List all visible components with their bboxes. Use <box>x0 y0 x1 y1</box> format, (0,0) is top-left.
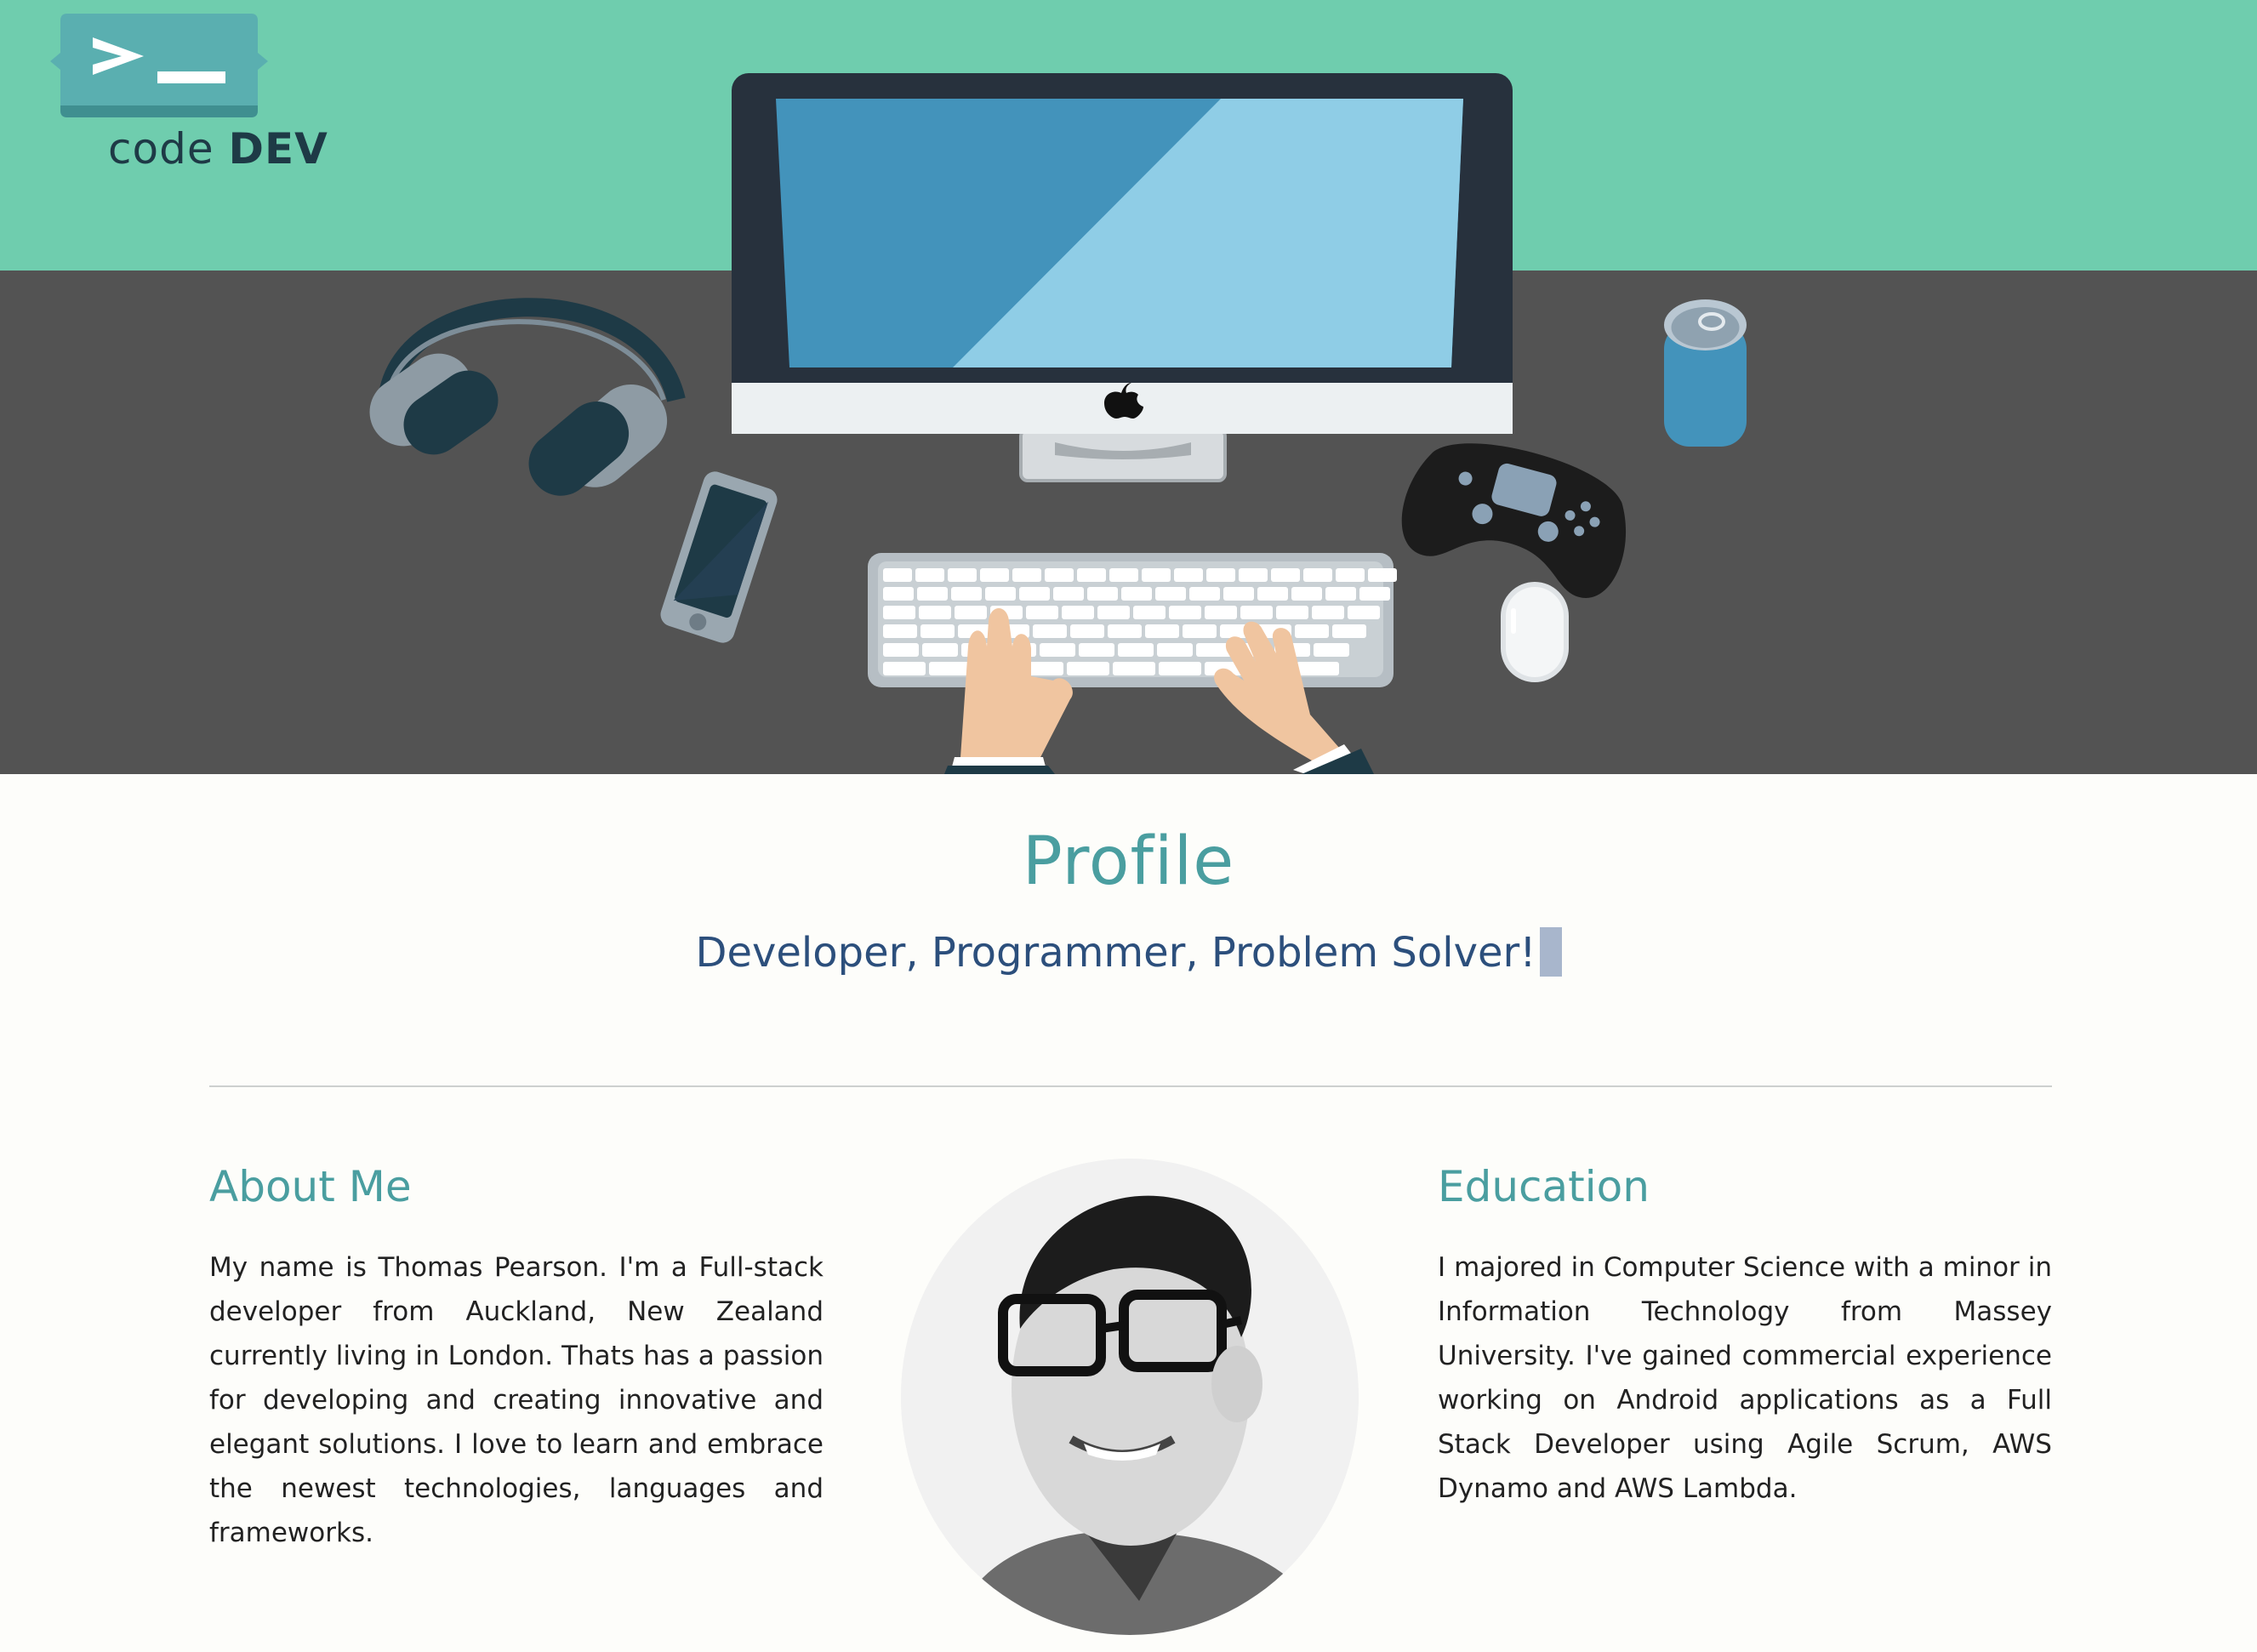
keyboard-key <box>917 587 948 601</box>
keyboard-key <box>915 568 944 582</box>
keyboard-key <box>919 606 951 619</box>
keyboard-key <box>1079 643 1114 657</box>
site-logo[interactable]: code DEV <box>48 12 328 174</box>
education-title: Education <box>1438 1162 1650 1211</box>
keyboard-icon <box>868 553 1397 687</box>
education-text: I majored in Computer Science with a min… <box>1438 1252 2052 1504</box>
keyboard-key <box>1295 624 1329 638</box>
keyboard-key <box>1108 624 1142 638</box>
keyboard-key <box>1303 568 1332 582</box>
keyboard-key <box>1368 568 1397 582</box>
keyboard-key <box>1157 643 1193 657</box>
hero-banner: code DEV <box>0 0 2257 774</box>
keyboard-key <box>980 568 1009 582</box>
keyboard-key <box>1336 568 1365 582</box>
keyboard-key <box>1312 606 1344 619</box>
keyboard-key <box>1062 606 1094 619</box>
section-divider <box>209 1085 2052 1087</box>
keyboard-key <box>1033 624 1067 638</box>
keyboard-key <box>951 587 982 601</box>
profile-photo <box>901 1159 1359 1635</box>
keyboard-key <box>1070 624 1104 638</box>
keyboard-key <box>1206 568 1235 582</box>
keyboard-key <box>955 606 987 619</box>
keyboard-key <box>1314 643 1349 657</box>
about-text: My name is Thomas Pearson. I'm a Full-st… <box>209 1252 824 1548</box>
keyboard-key <box>1223 587 1254 601</box>
keyboard-key <box>1053 587 1084 601</box>
keyboard-key <box>1297 662 1339 675</box>
keyboard-key <box>1359 587 1390 601</box>
keyboard-key <box>1026 606 1058 619</box>
keyboard-key <box>1271 568 1300 582</box>
keyboard-key <box>1019 587 1050 601</box>
page-title: Profile <box>1022 823 1235 900</box>
keyboard-key <box>1169 606 1201 619</box>
developer-desk-illustration <box>0 0 2257 774</box>
keyboard-key <box>1121 587 1152 601</box>
keyboard-key <box>1240 606 1273 619</box>
keyboard-key <box>1276 606 1308 619</box>
keyboard-key <box>1087 587 1118 601</box>
keyboard-key <box>1348 606 1380 619</box>
keyboard-key <box>920 624 955 638</box>
logo-text-prefix: code <box>108 124 214 174</box>
logo-wordmark: code DEV <box>108 124 328 174</box>
keyboard-key <box>883 624 917 638</box>
keyboard-key <box>1012 568 1041 582</box>
subtitle-text: Developer, Programmer, Problem Solver! <box>695 929 1536 977</box>
keyboard-key <box>929 662 972 675</box>
keyboard-key <box>1189 587 1220 601</box>
keyboard-key <box>985 587 1016 601</box>
keyboard-key <box>1257 587 1288 601</box>
mouse-icon <box>1501 582 1569 682</box>
keyboard-key <box>1155 587 1186 601</box>
keyboard-key <box>883 568 912 582</box>
keyboard-key <box>1325 587 1356 601</box>
profile-subtitle: Developer, Programmer, Problem Solver! <box>0 927 2257 980</box>
keyboard-key <box>948 568 977 582</box>
soda-can-icon <box>1664 299 1747 447</box>
keyboard-key <box>922 643 958 657</box>
keyboard-key <box>1205 606 1237 619</box>
keyboard-key <box>1145 624 1179 638</box>
keyboard-key <box>1109 568 1138 582</box>
keyboard-key <box>1067 662 1109 675</box>
keyboard-key <box>1077 568 1106 582</box>
keyboard-key <box>883 606 915 619</box>
keyboard-key <box>1183 624 1217 638</box>
keyboard-key <box>1174 568 1203 582</box>
keyboard-key <box>1113 662 1155 675</box>
keyboard-key <box>1040 643 1075 657</box>
typing-cursor <box>1539 927 1562 977</box>
keyboard-key <box>1239 568 1268 582</box>
logo-text-suffix: DEV <box>228 124 328 174</box>
keyboard-key <box>1045 568 1074 582</box>
keyboard-key <box>883 662 926 675</box>
keyboard-key <box>1159 662 1201 675</box>
terminal-prompt-icon <box>50 14 268 117</box>
keyboard-key <box>1291 587 1322 601</box>
keyboard-key <box>1332 624 1366 638</box>
keyboard-key <box>1118 643 1154 657</box>
monitor-icon <box>732 73 1513 482</box>
keyboard-key <box>883 643 919 657</box>
keyboard-key <box>1097 606 1130 619</box>
about-title: About Me <box>209 1162 412 1211</box>
keyboard-key <box>1133 606 1166 619</box>
keyboard-key <box>883 587 914 601</box>
keyboard-key <box>1142 568 1171 582</box>
